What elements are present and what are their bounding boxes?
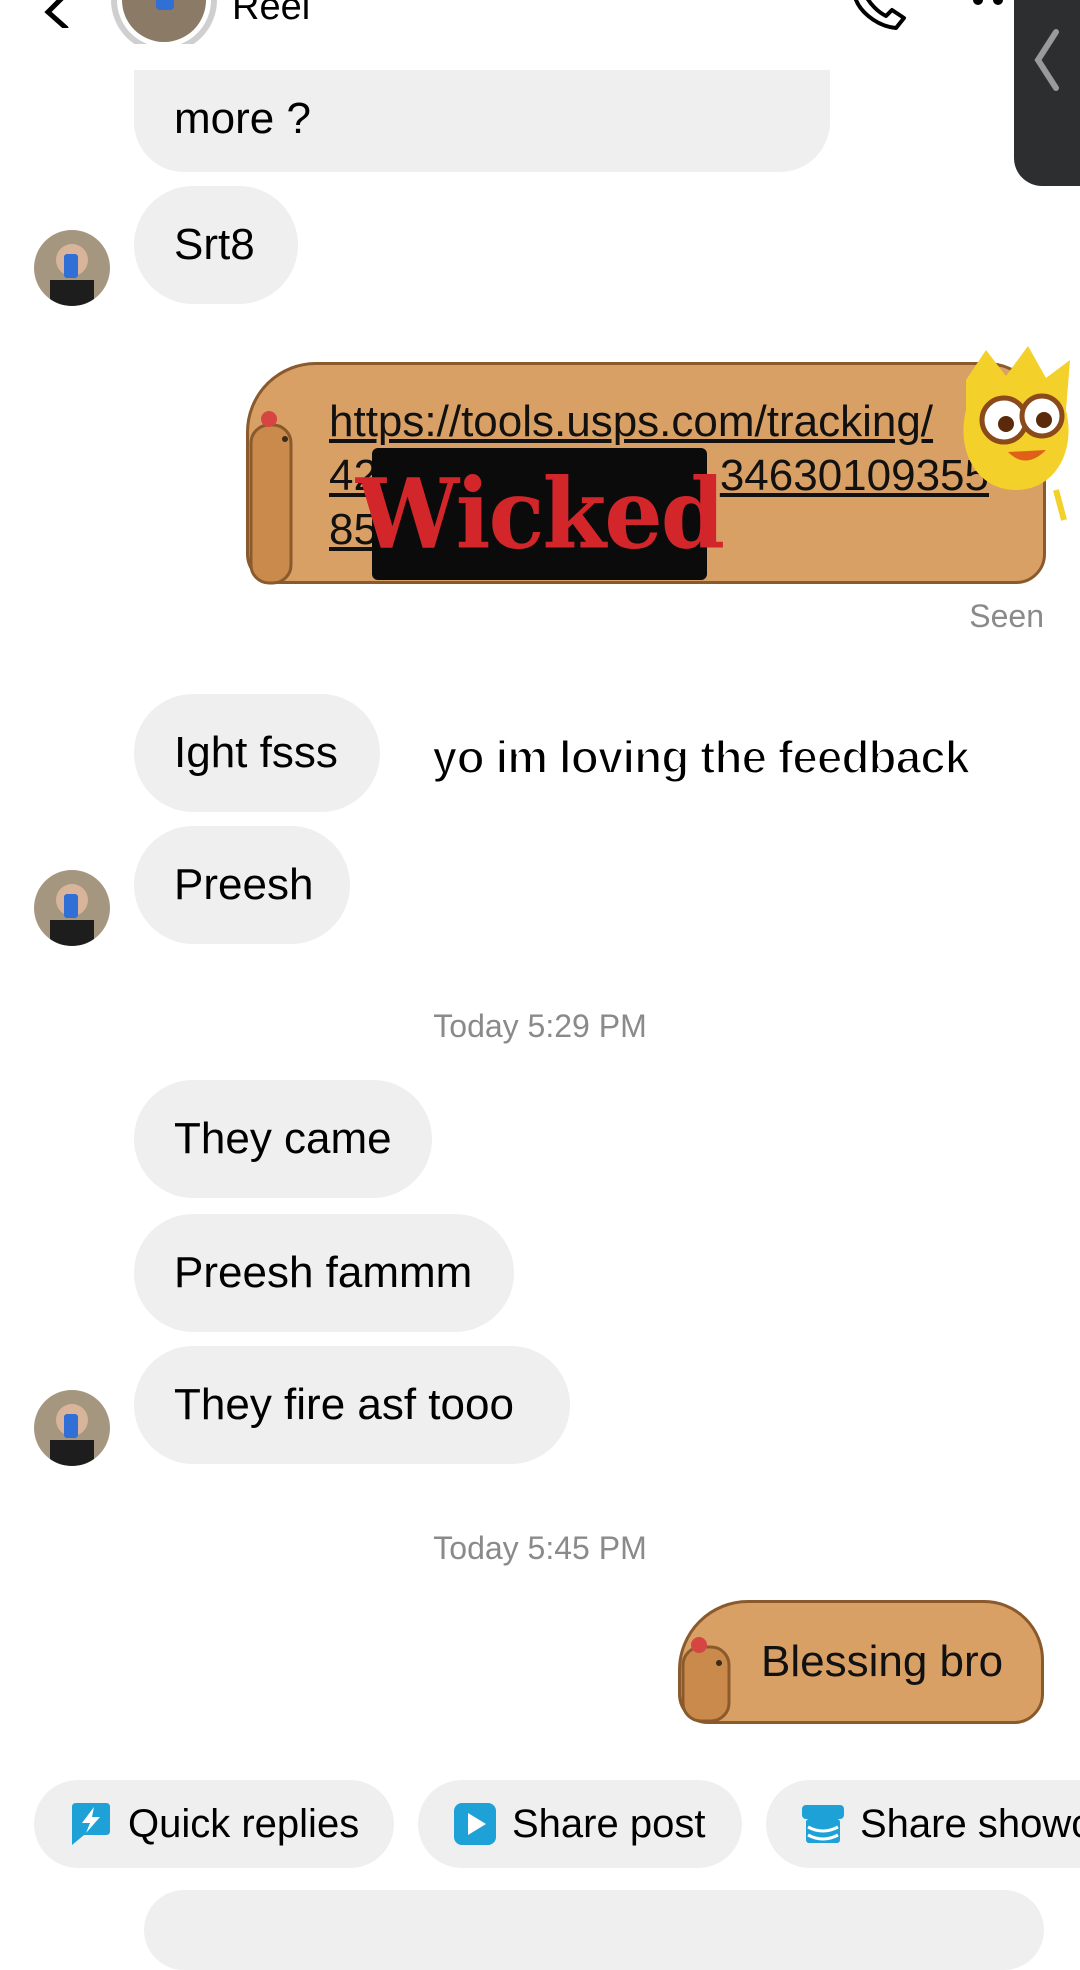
back-chevron-icon[interactable]: [36, 0, 80, 28]
quick-reply-icon: [72, 1803, 110, 1845]
more-icon[interactable]: [968, 0, 1008, 16]
capybara-icon: [681, 1637, 731, 1723]
capybara-icon: [249, 411, 293, 585]
message-bubble[interactable]: Srt8: [134, 186, 298, 304]
wicked-sticker-text: Wicked: [355, 457, 725, 571]
message-bubble[interactable]: They came: [134, 1080, 432, 1198]
sender-avatar[interactable]: [34, 870, 110, 946]
message-bubble[interactable]: Ight fsss: [134, 694, 380, 812]
sender-avatar[interactable]: [34, 230, 110, 306]
message-text: They came: [174, 1114, 392, 1163]
sent-message-bubble[interactable]: Blessing bro: [678, 1600, 1044, 1724]
timestamp: Today 5:29 PM: [433, 1008, 647, 1044]
message-text: Blessing bro: [761, 1637, 1004, 1686]
message-text: They fire asf tooo: [174, 1380, 514, 1429]
chip-label: Share showc: [860, 1801, 1080, 1846]
cartoon-mascot-icon: [963, 346, 1070, 521]
timestamp: Today 5:45 PM: [433, 1530, 647, 1566]
share-showcase-chip[interactable]: Share showc: [766, 1780, 1080, 1868]
chip-label: Quick replies: [128, 1801, 360, 1846]
quick-replies-chip[interactable]: Quick replies: [34, 1780, 394, 1868]
phone-icon[interactable]: [848, 0, 912, 30]
seen-status: Seen: [969, 598, 1044, 634]
share-post-chip[interactable]: Share post: [418, 1780, 742, 1868]
message-composer[interactable]: [144, 1890, 1044, 1970]
wicked-sticker[interactable]: Wicked: [356, 448, 725, 580]
contact-name[interactable]: Reel: [232, 0, 310, 29]
message-text: Ight fsss: [174, 728, 338, 777]
message-bubble[interactable]: Preesh fammm: [134, 1214, 514, 1332]
message-text: more ?: [174, 94, 311, 143]
chat-header: Reel: [0, 0, 1080, 70]
message-text: Preesh: [174, 860, 314, 909]
avatar[interactable]: [108, 0, 220, 44]
video-caption-overlay: yo im loving the feedback: [431, 730, 971, 784]
message-bubble[interactable]: Preesh: [134, 826, 350, 944]
message-text: Preesh fammm: [174, 1248, 473, 1297]
chip-label: Share post: [512, 1801, 706, 1846]
shop-icon: [802, 1805, 844, 1843]
sender-avatar[interactable]: [34, 1390, 110, 1466]
message-text: Srt8: [174, 220, 255, 269]
link-line[interactable]: https://tools.usps.com/tracking/: [329, 395, 989, 449]
side-drawer-tab[interactable]: [1014, 0, 1080, 186]
share-post-icon: [454, 1803, 496, 1845]
message-bubble[interactable]: They fire asf tooo: [134, 1346, 570, 1464]
drawer-chevron-icon: [1034, 29, 1059, 91]
